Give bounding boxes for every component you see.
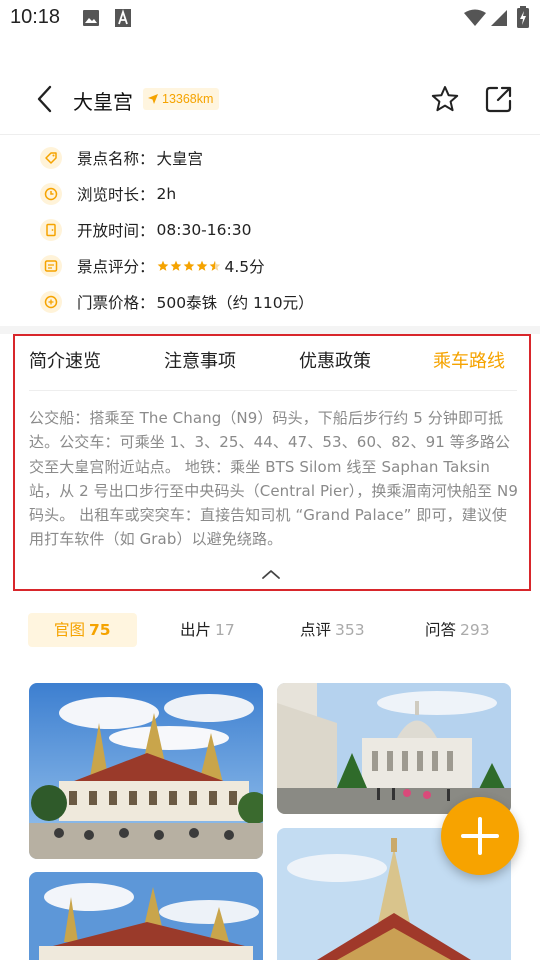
star-outline-icon (431, 86, 459, 112)
info-tabs-card: 简介速览 注意事项 优惠政策 乘车路线 公交船：搭乘至 The Chang（N9… (13, 334, 531, 591)
tabs-divider (29, 390, 517, 391)
clock-icon (40, 183, 62, 205)
chevron-left-icon (37, 85, 52, 113)
photo-grand-palace-2[interactable] (29, 872, 263, 960)
photo-grand-palace-1[interactable] (29, 683, 263, 859)
chevron-up-icon (262, 570, 280, 579)
collapse-button[interactable] (259, 566, 283, 582)
photo-throne-hall[interactable] (277, 683, 511, 814)
battery-icon (517, 6, 529, 32)
share-icon (485, 86, 512, 113)
page-title: 大皇宫 (73, 90, 133, 114)
status-time: 10:18 (10, 6, 61, 28)
photo-tab-count: 75 (89, 621, 111, 639)
info-value: 大皇宫 (156, 150, 204, 168)
status-bar: 10:18 (0, 0, 540, 36)
tab-notes[interactable]: 注意事项 (164, 347, 236, 373)
star-full-icon (157, 260, 168, 271)
info-row-price: 门票价格： 500泰铢（约 110元） (40, 290, 314, 314)
favorite-button[interactable] (430, 84, 460, 114)
info-value: 2h (156, 185, 177, 203)
transport-description: 公交船：搭乘至 The Chang（N9）码头，下船后步行约 5 分钟即可抵达。… (29, 409, 518, 549)
info-value: 08:30-16:30 (156, 221, 252, 239)
star-full-icon (170, 260, 181, 271)
add-button[interactable] (441, 797, 519, 875)
photo-tab-label: 问答 (425, 621, 457, 639)
star-full-icon (183, 260, 194, 271)
back-button[interactable] (30, 82, 60, 116)
star-full-icon (196, 260, 207, 271)
photo-tab-qa[interactable]: 问答 293 (425, 613, 490, 647)
wifi-icon (464, 9, 486, 31)
info-label: 景点名称： (77, 150, 155, 168)
header-divider (0, 134, 540, 135)
header: 大皇宫 13368km (0, 70, 540, 130)
tab-transport[interactable]: 乘车路线 (433, 347, 505, 373)
star-half-icon (209, 260, 220, 271)
photo-tab-label: 点评 (300, 621, 332, 639)
info-value: 500泰铢（约 110元） (156, 294, 314, 312)
signal-icon (490, 9, 508, 31)
rating-icon (40, 255, 62, 277)
photo-tab-count: 353 (335, 621, 365, 639)
tab-bar: 简介速览 注意事项 优惠政策 乘车路线 (15, 336, 529, 388)
tab-overview[interactable]: 简介速览 (29, 347, 101, 373)
info-row-name: 景点名称： 大皇宫 (40, 146, 203, 170)
ticket-icon (40, 291, 62, 313)
photo-tabs: 官图 75 出片 17 点评 353 问答 293 (0, 610, 540, 650)
photo-tab-label: 官图 (54, 621, 86, 639)
info-row-rating: 景点评分： 4.5分 (40, 254, 265, 278)
info-label: 门票价格： (77, 294, 155, 312)
tag-icon (40, 147, 62, 169)
photo-tab-count: 293 (460, 621, 490, 639)
photo-tab-count: 17 (215, 621, 235, 639)
info-row-duration: 浏览时长： 2h (40, 182, 176, 206)
info-label: 景点评分： (77, 258, 155, 276)
photo-tab-shots[interactable]: 出片 17 (180, 613, 235, 647)
location-arrow-icon (148, 94, 158, 104)
info-value: 4.5分 (224, 258, 265, 276)
plus-icon (461, 817, 499, 855)
info-label: 浏览时长： (77, 186, 155, 204)
photo-tab-reviews[interactable]: 点评 353 (300, 613, 365, 647)
share-button[interactable] (484, 84, 514, 114)
distance-value: 13368km (162, 92, 214, 106)
photo-tab-label: 出片 (180, 621, 212, 639)
section-gap (0, 326, 540, 334)
photo-tab-official[interactable]: 官图 75 (28, 613, 137, 647)
info-row-hours: 开放时间： 08:30-16:30 (40, 218, 251, 242)
rating-stars (157, 260, 221, 272)
a-notification-icon (115, 9, 131, 31)
info-label: 开放时间： (77, 222, 155, 240)
door-icon (40, 219, 62, 241)
distance-badge: 13368km (143, 88, 220, 110)
image-icon (82, 9, 100, 31)
tab-discounts[interactable]: 优惠政策 (299, 347, 371, 373)
